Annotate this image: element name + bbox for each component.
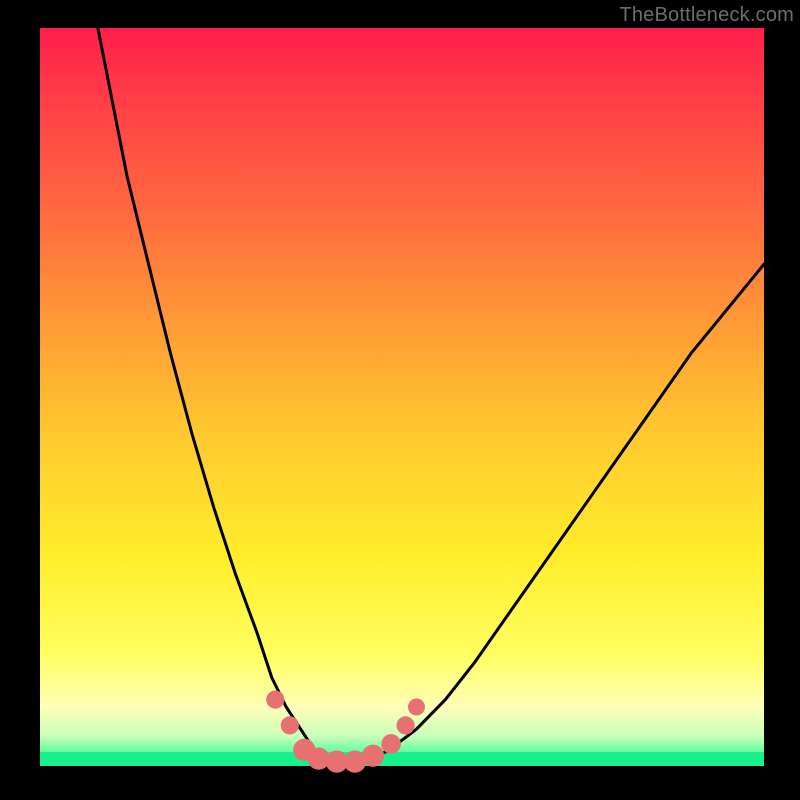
- chart-frame: TheBottleneck.com: [0, 0, 800, 800]
- curve-markers: [266, 691, 425, 773]
- curve-marker: [381, 734, 401, 754]
- curve-marker: [281, 716, 299, 734]
- curve-marker: [266, 691, 284, 709]
- bottleneck-curve: [98, 28, 764, 762]
- curve-marker: [362, 745, 384, 767]
- curve-marker: [408, 699, 425, 716]
- curve-marker: [397, 716, 415, 734]
- watermark-text: TheBottleneck.com: [619, 4, 794, 27]
- curve-layer: [40, 28, 764, 766]
- chart-plot-area: [40, 28, 764, 766]
